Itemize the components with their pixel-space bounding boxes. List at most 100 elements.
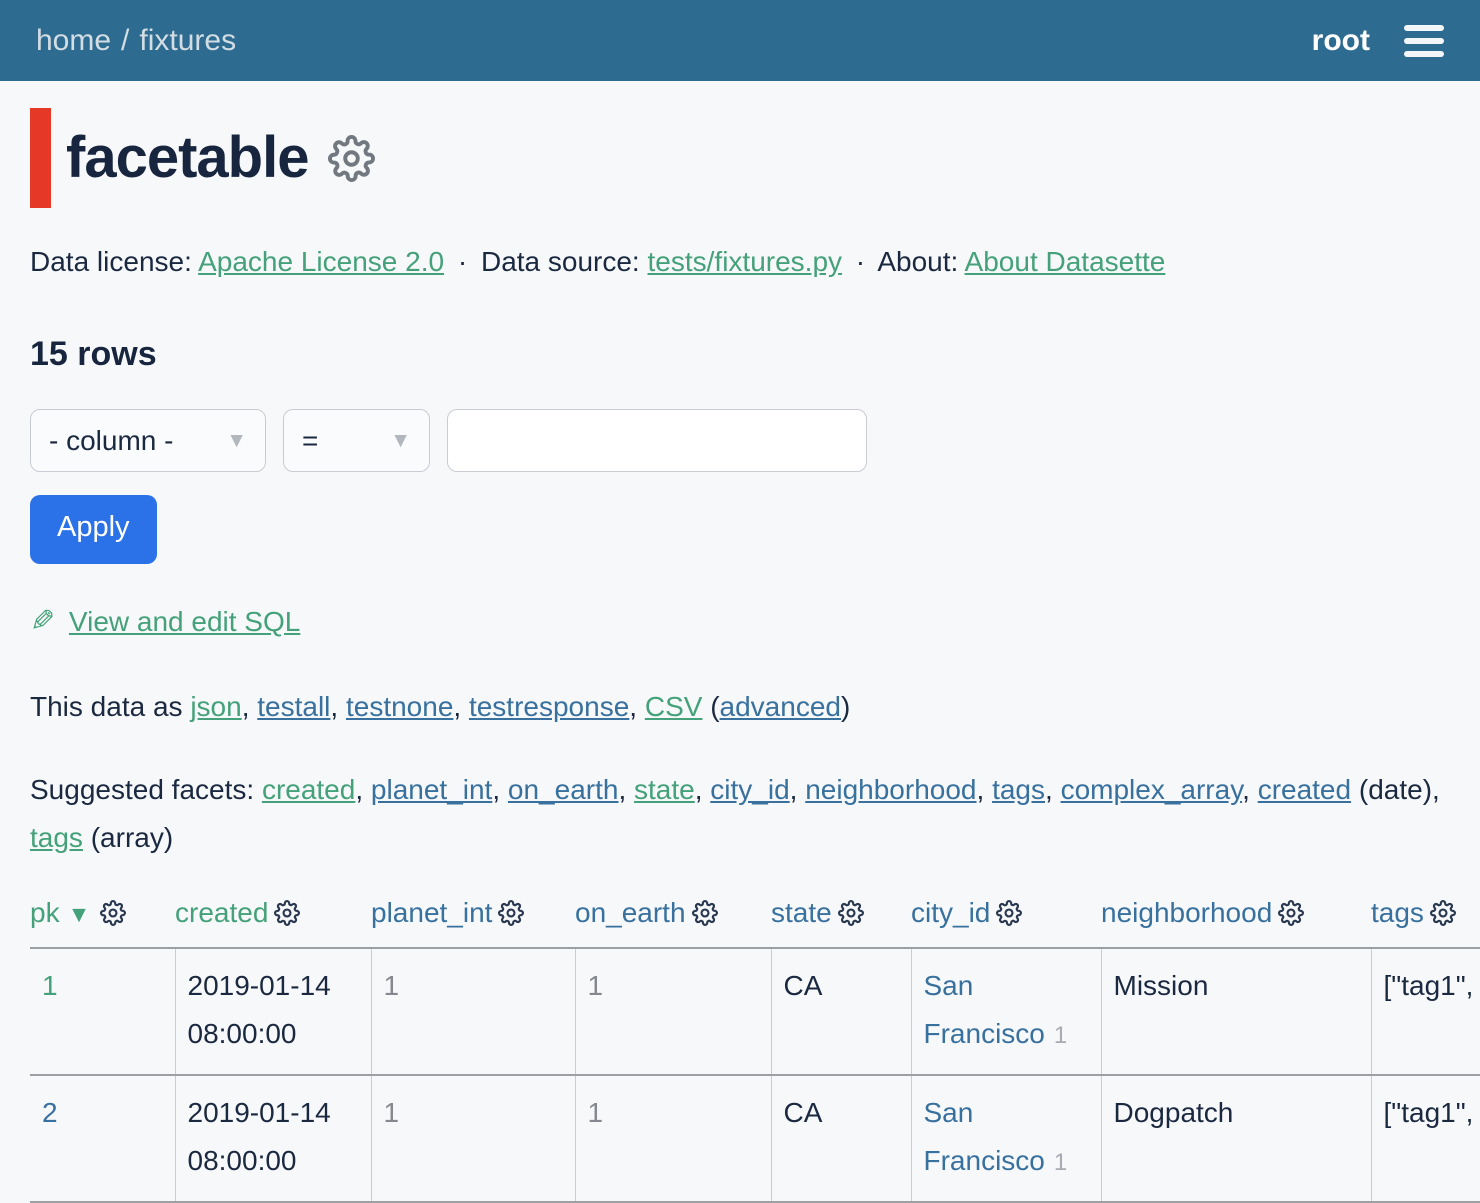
nav-right: root	[1312, 15, 1444, 66]
column-header-state: state	[771, 885, 911, 948]
column-menu-gear-icon[interactable]	[996, 900, 1022, 926]
cell-state: CA	[771, 1075, 911, 1202]
sort-created-link[interactable]: created	[175, 897, 268, 928]
column-header-tags: tags	[1371, 885, 1480, 948]
source-link[interactable]: tests/fixtures.py	[648, 246, 843, 277]
page-title: facetable	[66, 109, 308, 208]
column-menu-gear-icon[interactable]	[100, 900, 126, 926]
source-label: Data source:	[481, 246, 640, 277]
cell-created: 2019-01-14 08:00:00	[175, 948, 371, 1075]
facet-link-complex-array[interactable]: complex_array	[1061, 774, 1243, 805]
sort-city-id-link[interactable]: city_id	[911, 897, 990, 928]
city-link[interactable]: San Francisco	[924, 1097, 1045, 1176]
view-edit-sql-link[interactable]: View and edit SQL	[69, 606, 300, 637]
filter-column-select[interactable]: - column - ▼	[30, 409, 266, 472]
sort-on-earth-link[interactable]: on_earth	[575, 897, 686, 928]
row-pk-link[interactable]: 1	[42, 970, 58, 1001]
city-raw-id: 1	[1054, 1149, 1067, 1176]
facet-link-on-earth[interactable]: on_earth	[508, 774, 619, 805]
cell-planet-int: 1	[371, 948, 575, 1075]
results-table: pk ▼ created planet_int on_earth state ci…	[30, 885, 1480, 1203]
export-link-json[interactable]: json	[190, 691, 241, 722]
sort-desc-icon: ▼	[68, 901, 91, 927]
cell-neighborhood: Mission	[1101, 948, 1371, 1075]
facet-link-created-date[interactable]: created	[1258, 774, 1351, 805]
dot-separator: ·	[458, 246, 467, 277]
main-content: facetable Data license: Apache License 2…	[0, 108, 1480, 1203]
column-menu-gear-icon[interactable]	[274, 900, 300, 926]
export-link-csv[interactable]: CSV	[645, 691, 703, 722]
column-header-planet-int: planet_int	[371, 885, 575, 948]
cell-city-id: San Francisco1	[911, 948, 1101, 1075]
export-link-testall[interactable]: testall	[257, 691, 330, 722]
table-row: 2 2019-01-14 08:00:00 1 1 CA San Francis…	[30, 1075, 1480, 1202]
column-menu-gear-icon[interactable]	[1430, 900, 1456, 926]
cell-on-earth: 1	[575, 948, 771, 1075]
sql-link-row: ✎ View and edit SQL	[30, 596, 1450, 647]
filter-operator-select[interactable]: = ▼	[283, 409, 430, 472]
facet-link-planet-int[interactable]: planet_int	[371, 774, 492, 805]
cell-planet-int: 1	[371, 1075, 575, 1202]
dot-separator: ·	[856, 246, 865, 277]
cell-created: 2019-01-14 08:00:00	[175, 1075, 371, 1202]
top-nav: home / fixtures root	[0, 0, 1480, 81]
cell-city-id: San Francisco 1	[911, 1075, 1101, 1202]
sort-tags-link[interactable]: tags	[1371, 897, 1424, 928]
column-menu-gear-icon[interactable]	[498, 900, 524, 926]
column-menu-gear-icon[interactable]	[692, 900, 718, 926]
column-header-pk: pk ▼	[30, 885, 175, 948]
page-title-row: facetable	[30, 108, 1450, 208]
sort-pk-link[interactable]: pk	[30, 897, 60, 928]
cell-neighborhood: Dogpatch	[1101, 1075, 1371, 1202]
chevron-down-icon: ▼	[390, 430, 411, 451]
column-header-city-id: city_id	[911, 885, 1101, 948]
breadcrumb: home / fixtures	[36, 15, 236, 66]
cell-pk: 1	[30, 948, 175, 1075]
cell-tags: ["tag1", "tag3"]	[1371, 1075, 1480, 1202]
facet-link-tags-array[interactable]: tags	[30, 822, 83, 853]
breadcrumb-home-link[interactable]: home	[36, 24, 111, 57]
logged-in-user[interactable]: root	[1312, 15, 1370, 66]
suggested-facets-row: Suggested facets: createdplanet_inton_ea…	[30, 766, 1450, 861]
export-prefix: This data as	[30, 691, 183, 722]
apply-button[interactable]: Apply	[30, 495, 157, 563]
facet-link-created[interactable]: created	[262, 774, 355, 805]
facet-link-city-id[interactable]: city_id	[710, 774, 789, 805]
row-pk-link[interactable]: 2	[42, 1097, 58, 1128]
column-header-created: created	[175, 885, 371, 948]
export-link-testnone[interactable]: testnone	[346, 691, 453, 722]
filter-column-value: - column -	[49, 417, 173, 465]
license-label: Data license:	[30, 246, 192, 277]
about-link[interactable]: About Datasette	[965, 246, 1166, 277]
facet-link-neighborhood[interactable]: neighborhood	[805, 774, 976, 805]
paren-close: )	[841, 691, 850, 722]
filter-value-input[interactable]	[447, 409, 867, 472]
column-menu-gear-icon[interactable]	[838, 900, 864, 926]
sort-state-link[interactable]: state	[771, 897, 832, 928]
cell-on-earth: 1	[575, 1075, 771, 1202]
city-link[interactable]: San Francisco	[924, 970, 1045, 1049]
sort-neighborhood-link[interactable]: neighborhood	[1101, 897, 1272, 928]
license-link[interactable]: Apache License 2.0	[198, 246, 444, 277]
facet-link-tags[interactable]: tags	[992, 774, 1045, 805]
breadcrumb-database-link[interactable]: fixtures	[139, 24, 236, 57]
table-settings-gear-icon[interactable]	[328, 135, 375, 182]
pencil-icon: ✎	[30, 596, 55, 647]
export-link-advanced[interactable]: advanced	[720, 691, 841, 722]
breadcrumb-separator: /	[121, 24, 129, 57]
table-header-row: pk ▼ created planet_int on_earth state ci…	[30, 885, 1480, 948]
metadata-line: Data license: Apache License 2.0 · Data …	[30, 238, 1450, 286]
table-row: 1 2019-01-14 08:00:00 1 1 CA San Francis…	[30, 948, 1480, 1075]
about-label: About:	[877, 246, 958, 277]
column-header-neighborhood: neighborhood	[1101, 885, 1371, 948]
column-menu-gear-icon[interactable]	[1278, 900, 1304, 926]
cell-tags: ["tag1", "tag2"]	[1371, 948, 1480, 1075]
sort-planet-int-link[interactable]: planet_int	[371, 897, 492, 928]
paren-open: (	[710, 691, 719, 722]
facet-link-state[interactable]: state	[634, 774, 695, 805]
cell-pk: 2	[30, 1075, 175, 1202]
export-link-testresponse[interactable]: testresponse	[469, 691, 629, 722]
chevron-down-icon: ▼	[226, 430, 247, 451]
hamburger-menu-icon[interactable]	[1404, 21, 1444, 61]
accent-bar	[30, 108, 51, 208]
